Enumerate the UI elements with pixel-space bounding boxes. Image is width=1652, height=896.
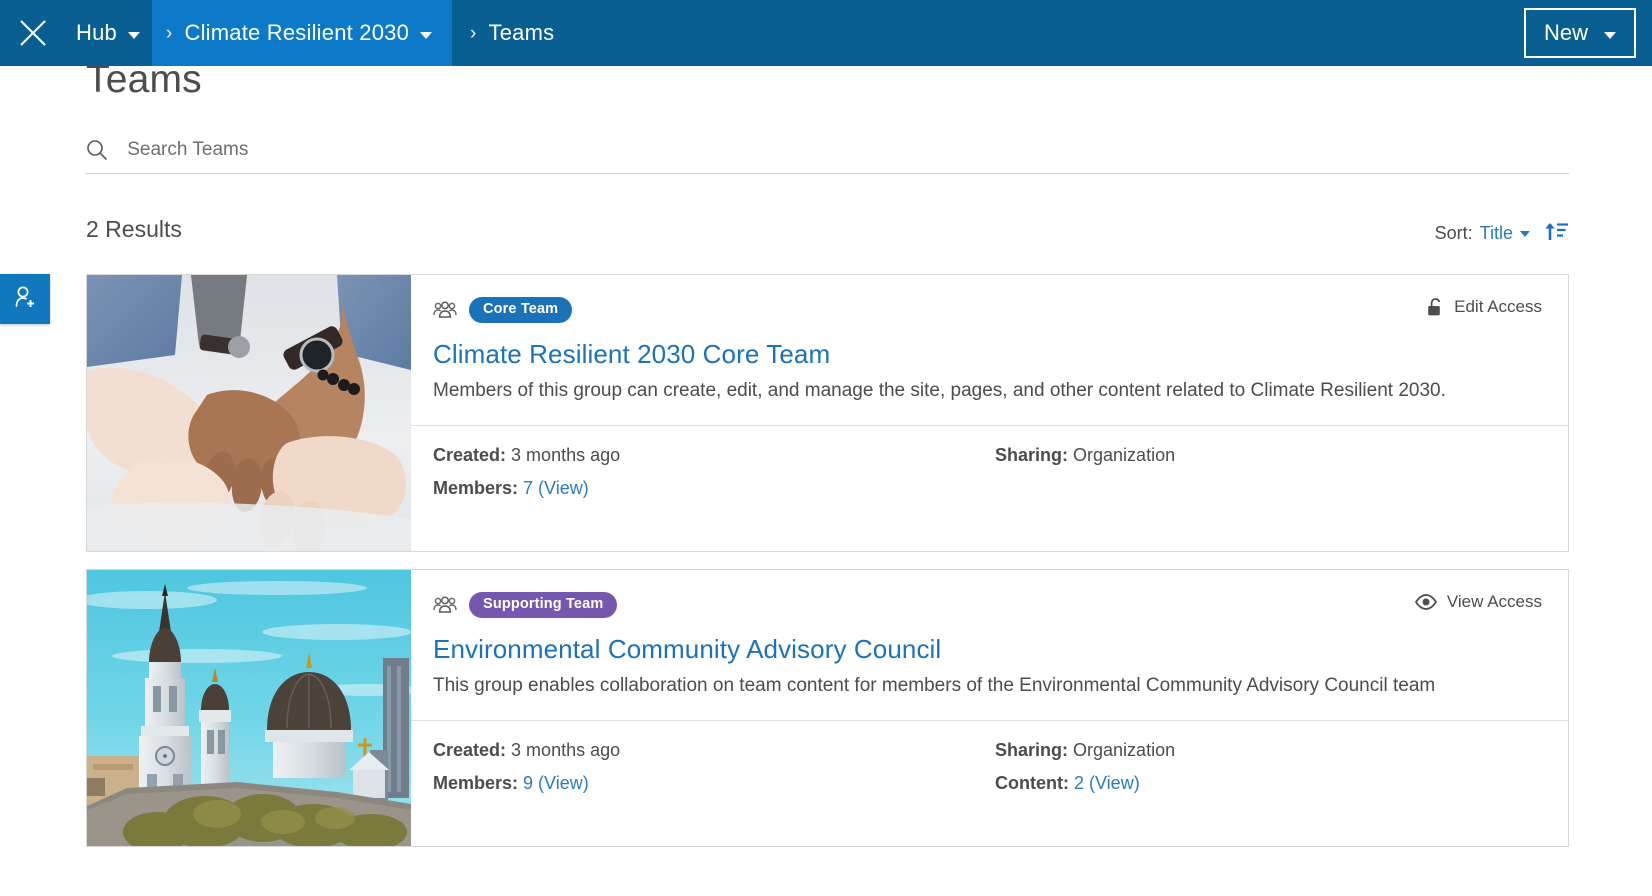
page-title: Teams <box>86 58 202 102</box>
team-content-row: Content: 2 (View) <box>995 773 1175 794</box>
add-member-side-tab[interactable] <box>0 274 50 324</box>
sort-field-dropdown[interactable]: Title <box>1480 223 1530 244</box>
team-access-indicator: View Access <box>1415 592 1542 612</box>
team-card-body: Core Team Edit Access Climate Resilient … <box>411 275 1568 551</box>
team-thumbnail-cathedral <box>87 570 411 846</box>
team-type-badge: Supporting Team <box>469 592 617 618</box>
topbar-spacer <box>572 0 1524 66</box>
team-description: Members of this group can create, edit, … <box>433 378 1518 405</box>
unlocked-padlock-icon <box>1427 297 1444 317</box>
chevron-down-icon <box>1520 231 1530 237</box>
team-members-link[interactable]: 9 (View) <box>523 773 589 793</box>
team-created-row: Created: 3 months ago <box>433 445 995 466</box>
sort-control: Sort: Title <box>1435 220 1569 247</box>
chevron-right-icon: › <box>166 24 173 43</box>
results-count: 2 Results <box>86 216 182 243</box>
team-badge-row: Supporting Team <box>433 592 1542 618</box>
add-person-icon <box>11 283 39 316</box>
search-bar <box>86 126 1569 174</box>
team-created-row: Created: 3 months ago <box>433 740 995 761</box>
team-created-value: 3 months ago <box>511 445 620 465</box>
team-metadata-right: Sharing: Organization Content: 2 (View) <box>995 740 1175 794</box>
sort-field-value: Title <box>1480 223 1513 243</box>
team-card-body: Supporting Team View Access Environmenta… <box>411 570 1568 846</box>
breadcrumb-site-label: Climate Resilient 2030 <box>185 20 410 46</box>
team-access-indicator: Edit Access <box>1427 297 1542 317</box>
team-access-label: View Access <box>1447 592 1542 612</box>
team-card-main: Supporting Team View Access Environmenta… <box>411 570 1568 720</box>
team-metadata-left: Created: 3 months ago Members: 7 (View) <box>433 445 995 499</box>
eye-icon <box>1415 594 1437 610</box>
team-title-link[interactable]: Environmental Community Advisory Council <box>433 634 1542 665</box>
team-card[interactable]: Supporting Team View Access Environmenta… <box>86 569 1569 847</box>
team-created-key: Created: <box>433 740 506 760</box>
team-members-row: Members: 7 (View) <box>433 478 995 499</box>
breadcrumb-teams-label: Teams <box>489 20 555 46</box>
group-of-people-icon <box>433 301 457 319</box>
group-of-people-icon <box>433 596 457 614</box>
chevron-down-icon <box>420 32 432 39</box>
chevron-right-icon: › <box>470 24 477 43</box>
search-icon <box>86 139 119 161</box>
team-sharing-row: Sharing: Organization <box>995 445 1175 466</box>
team-card[interactable]: Core Team Edit Access Climate Resilient … <box>86 274 1569 552</box>
search-input[interactable] <box>119 139 1569 161</box>
breadcrumb-hub[interactable]: Hub <box>66 0 152 66</box>
team-sharing-key: Sharing: <box>995 445 1068 465</box>
team-metadata-left: Created: 3 months ago Members: 9 (View) <box>433 740 995 794</box>
team-sharing-key: Sharing: <box>995 740 1068 760</box>
team-created-key: Created: <box>433 445 506 465</box>
team-metadata: Created: 3 months ago Members: 9 (View) … <box>411 720 1568 814</box>
team-card-main: Core Team Edit Access Climate Resilient … <box>411 275 1568 425</box>
team-content-link[interactable]: 2 (View) <box>1074 773 1140 793</box>
new-button-label: New <box>1544 20 1588 46</box>
team-thumbnail-hands-together <box>87 275 411 551</box>
sort-direction-button[interactable] <box>1543 220 1569 247</box>
results-header: 2 Results Sort: Title <box>86 216 1569 250</box>
team-members-link[interactable]: 7 (View) <box>523 478 589 498</box>
team-sharing-value: Organization <box>1073 445 1175 465</box>
close-button[interactable] <box>0 0 66 66</box>
page-content: Teams 2 Results Sort: Title <box>0 66 1652 896</box>
team-created-value: 3 months ago <box>511 740 620 760</box>
team-members-key: Members: <box>433 478 518 498</box>
new-button[interactable]: New <box>1524 8 1636 58</box>
sort-label: Sort: <box>1435 223 1473 244</box>
team-title-link[interactable]: Climate Resilient 2030 Core Team <box>433 339 1542 370</box>
teams-list: Core Team Edit Access Climate Resilient … <box>86 274 1569 864</box>
breadcrumb-teams[interactable]: › Teams <box>452 0 572 66</box>
team-members-key: Members: <box>433 773 518 793</box>
team-sharing-row: Sharing: Organization <box>995 740 1175 761</box>
chevron-down-icon <box>1604 32 1616 39</box>
team-members-row: Members: 9 (View) <box>433 773 995 794</box>
team-sharing-value: Organization <box>1073 740 1175 760</box>
breadcrumb-hub-label: Hub <box>76 20 117 46</box>
team-metadata-right: Sharing: Organization <box>995 445 1175 499</box>
team-access-label: Edit Access <box>1454 297 1542 317</box>
team-metadata: Created: 3 months ago Members: 7 (View) … <box>411 425 1568 519</box>
close-icon <box>18 18 48 48</box>
sort-ascending-icon <box>1543 220 1569 247</box>
top-navigation-bar: Hub › Climate Resilient 2030 › Teams New <box>0 0 1652 66</box>
cathedral-dome-city-skyline-photo <box>87 570 411 846</box>
team-badge-row: Core Team <box>433 297 1542 323</box>
team-type-badge: Core Team <box>469 297 572 323</box>
team-content-key: Content: <box>995 773 1069 793</box>
team-description: This group enables collaboration on team… <box>433 673 1518 700</box>
hands-together-teamwork-photo <box>87 275 411 551</box>
chevron-down-icon <box>128 32 140 39</box>
breadcrumb-site[interactable]: › Climate Resilient 2030 <box>152 0 452 66</box>
